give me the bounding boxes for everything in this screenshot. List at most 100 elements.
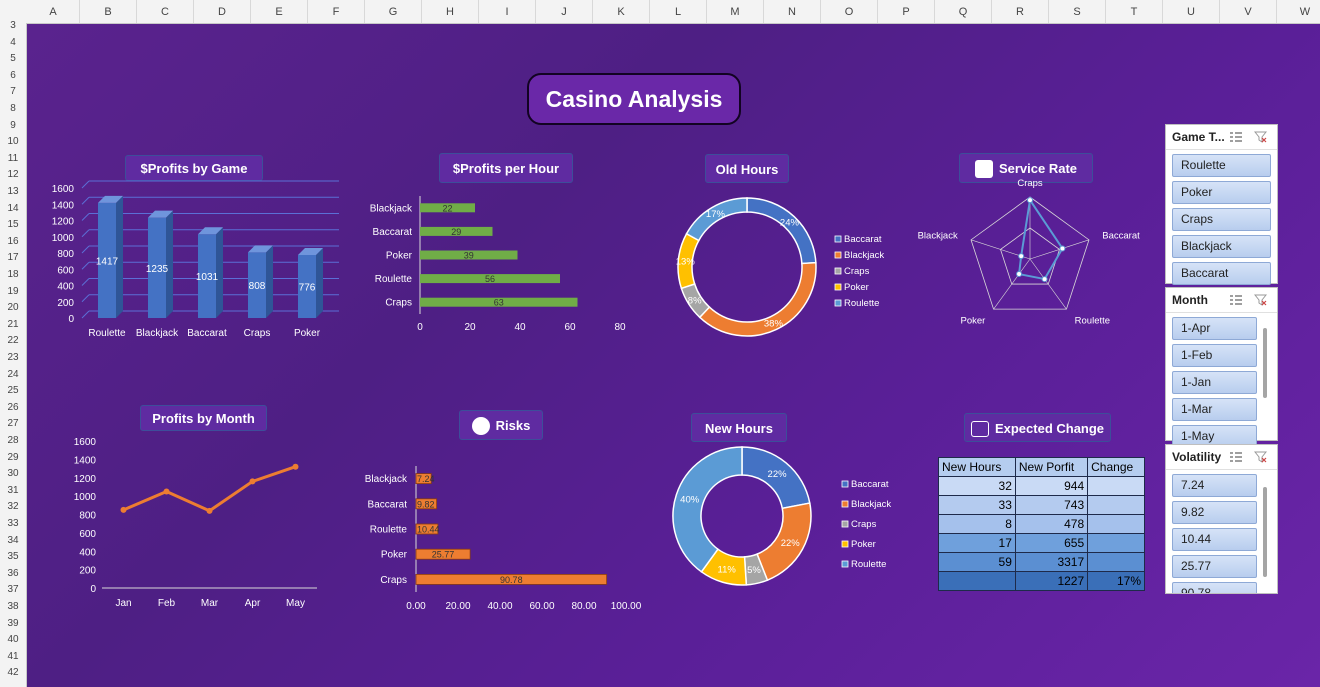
row-header[interactable]: 8	[0, 102, 26, 115]
table-header-cell[interactable]: New Porfit	[1014, 457, 1089, 477]
table-cell[interactable]: 3317	[1014, 552, 1089, 572]
clear-filter-icon[interactable]	[1254, 451, 1267, 463]
table-cell[interactable]: 17%	[1087, 571, 1145, 591]
table-cell[interactable]	[938, 571, 1016, 591]
column-header[interactable]: H	[422, 0, 479, 23]
slicer-item[interactable]: Baccarat	[1172, 262, 1271, 285]
table-cell[interactable]: 59	[938, 552, 1016, 572]
column-header[interactable]: I	[479, 0, 536, 23]
slicer-item[interactable]: 10.44	[1172, 528, 1257, 551]
row-header[interactable]: 18	[0, 268, 26, 281]
slicer-item[interactable]: Poker	[1172, 181, 1271, 204]
column-header[interactable]: E	[251, 0, 308, 23]
row-header[interactable]: 22	[0, 334, 26, 347]
slicer-item[interactable]: 90.78	[1172, 582, 1257, 593]
column-header[interactable]: N	[764, 0, 821, 23]
table-cell[interactable]: 944	[1014, 476, 1089, 496]
column-header[interactable]: P	[878, 0, 935, 23]
row-header[interactable]: 29	[0, 451, 26, 464]
table-header-cell[interactable]: New Hours	[938, 457, 1016, 477]
volatility-slicer[interactable]: Volatility 7.24 9.82 10.44 25.77 90.78	[1165, 444, 1278, 594]
slicer-item[interactable]: 1-Apr	[1172, 317, 1257, 340]
slicer-item[interactable]: 1-Mar	[1172, 398, 1257, 421]
row-header[interactable]: 38	[0, 600, 26, 613]
row-header[interactable]: 11	[0, 152, 26, 165]
row-header[interactable]: 13	[0, 185, 26, 198]
table-cell[interactable]: 655	[1014, 533, 1089, 553]
row-header[interactable]: 16	[0, 235, 26, 248]
slicer-item[interactable]: 9.82	[1172, 501, 1257, 524]
column-header[interactable]: T	[1106, 0, 1163, 23]
column-header[interactable]: L	[650, 0, 707, 23]
table-cell[interactable]	[1087, 533, 1145, 553]
column-header[interactable]: U	[1163, 0, 1220, 23]
slicer-scrollbar[interactable]	[1263, 328, 1267, 398]
column-header[interactable]: R	[992, 0, 1049, 23]
row-header[interactable]: 31	[0, 484, 26, 497]
row-header[interactable]: 5	[0, 52, 26, 65]
row-header[interactable]: 35	[0, 550, 26, 563]
table-cell[interactable]: 1227	[1014, 571, 1089, 591]
table-cell[interactable]: 8	[938, 514, 1016, 534]
slicer-scrollbar[interactable]	[1263, 487, 1267, 577]
row-header[interactable]: 25	[0, 384, 26, 397]
multi-select-icon[interactable]	[1229, 451, 1243, 463]
slicer-item[interactable]: 7.24	[1172, 474, 1257, 497]
slicer-item[interactable]: Roulette	[1172, 154, 1271, 177]
row-header[interactable]: 28	[0, 434, 26, 447]
row-header[interactable]: 37	[0, 583, 26, 596]
row-header[interactable]: 9	[0, 119, 26, 132]
row-header[interactable]: 7	[0, 85, 26, 98]
row-header[interactable]: 32	[0, 500, 26, 513]
slicer-item[interactable]: Blackjack	[1172, 235, 1271, 258]
row-header[interactable]: 3	[0, 19, 26, 32]
column-header[interactable]: B	[80, 0, 137, 23]
column-header[interactable]: S	[1049, 0, 1106, 23]
table-cell[interactable]: 33	[938, 495, 1016, 515]
table-cell[interactable]: 32	[938, 476, 1016, 496]
game-type-slicer[interactable]: Game T... Roulette Poker Craps Blackjack Bac…	[1165, 124, 1278, 285]
row-header[interactable]: 34	[0, 534, 26, 547]
column-header[interactable]: G	[365, 0, 422, 23]
column-header[interactable]: J	[536, 0, 593, 23]
column-header[interactable]: D	[194, 0, 251, 23]
slicer-item[interactable]: 1-Jan	[1172, 371, 1257, 394]
row-header[interactable]: 24	[0, 368, 26, 381]
table-cell[interactable]	[1087, 476, 1145, 496]
slicer-item[interactable]: Craps	[1172, 208, 1271, 231]
table-cell[interactable]	[1087, 495, 1145, 515]
row-header[interactable]: 19	[0, 285, 26, 298]
table-cell[interactable]: 17	[938, 533, 1016, 553]
table-cell[interactable]	[1087, 552, 1145, 572]
slicer-item[interactable]: 1-Feb	[1172, 344, 1257, 367]
row-header[interactable]: 36	[0, 567, 26, 580]
clear-filter-icon[interactable]	[1254, 131, 1267, 143]
column-header[interactable]: M	[707, 0, 764, 23]
column-header[interactable]: W	[1277, 0, 1320, 23]
multi-select-icon[interactable]	[1229, 131, 1243, 143]
row-header[interactable]: 23	[0, 351, 26, 364]
row-header[interactable]: 27	[0, 417, 26, 430]
table-cell[interactable]	[1087, 514, 1145, 534]
clear-filter-icon[interactable]	[1254, 294, 1267, 306]
new-hours-chart[interactable]: 22% 22% 5% 11% 40% Baccarat Blackjack Craps Poke…	[27, 24, 927, 624]
row-header[interactable]: 30	[0, 467, 26, 480]
expected-change-table[interactable]: New Hours New Porfit Change 32 944 33 743 8 478…	[938, 457, 1145, 591]
row-header[interactable]: 20	[0, 301, 26, 314]
row-header[interactable]: 39	[0, 617, 26, 630]
column-header[interactable]: Q	[935, 0, 992, 23]
column-header[interactable]: V	[1220, 0, 1277, 23]
table-cell[interactable]: 478	[1014, 514, 1089, 534]
slicer-item[interactable]: 25.77	[1172, 555, 1257, 578]
row-header[interactable]: 17	[0, 251, 26, 264]
multi-select-icon[interactable]	[1229, 294, 1243, 306]
column-header[interactable]: C	[137, 0, 194, 23]
column-header[interactable]: A	[27, 0, 80, 23]
row-header[interactable]: 12	[0, 168, 26, 181]
row-header[interactable]: 26	[0, 401, 26, 414]
row-header[interactable]: 10	[0, 135, 26, 148]
row-header[interactable]: 14	[0, 202, 26, 215]
column-header[interactable]: K	[593, 0, 650, 23]
column-header[interactable]: O	[821, 0, 878, 23]
row-header[interactable]: 40	[0, 633, 26, 646]
